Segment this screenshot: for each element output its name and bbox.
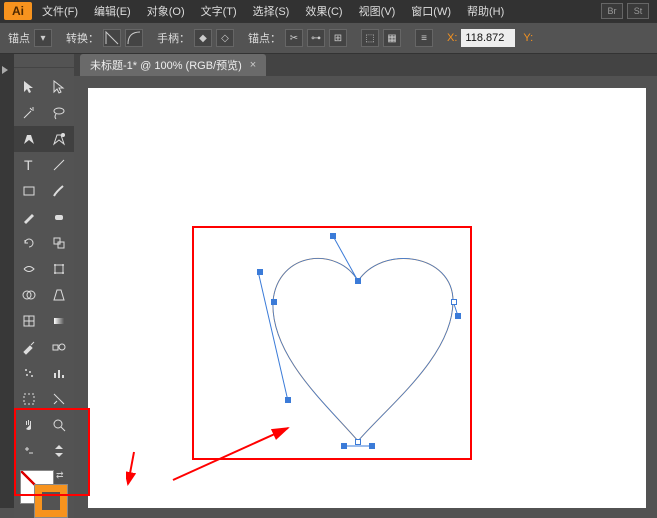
- handle-point[interactable]: [257, 269, 263, 275]
- app-logo: Ai: [4, 2, 32, 20]
- tab-title: 未标题-1* @ 100% (RGB/预览): [90, 57, 242, 73]
- direct-select-tool[interactable]: [44, 74, 74, 100]
- x-value[interactable]: 118.872: [461, 29, 515, 47]
- convert-section: 转换：: [66, 29, 143, 47]
- handle-point[interactable]: [330, 233, 336, 239]
- swap-colors-icon[interactable]: ⇄: [56, 470, 64, 481]
- align-section: ≡: [415, 29, 433, 47]
- document-tab[interactable]: 未标题-1* @ 100% (RGB/预览) ×: [80, 54, 266, 76]
- handle-hide-icon[interactable]: ◇: [216, 29, 234, 47]
- anchor-point[interactable]: [271, 299, 277, 305]
- menu-select[interactable]: 选择(S): [253, 3, 290, 19]
- coord-section: X: 118.872 Y:: [447, 29, 533, 47]
- y-label: Y:: [523, 32, 533, 44]
- canvas-area[interactable]: [74, 76, 657, 508]
- zoom-tool[interactable]: [44, 412, 74, 438]
- x-label: X:: [447, 32, 457, 44]
- handle-point[interactable]: [341, 443, 347, 449]
- tab-bar: 未标题-1* @ 100% (RGB/预览) ×: [0, 54, 657, 76]
- convert-smooth-icon[interactable]: [125, 29, 143, 47]
- pencil-tool[interactable]: [14, 204, 44, 230]
- curvature-tool[interactable]: [44, 126, 74, 152]
- dropdown-icon[interactable]: ▾: [34, 29, 52, 47]
- eyedropper-tool[interactable]: [14, 334, 44, 360]
- isolate-section: ⬚ ▦: [361, 29, 401, 47]
- toggle-fill-stroke-tool[interactable]: [14, 438, 44, 464]
- color-wells: ⇄: [14, 468, 74, 518]
- menu-help[interactable]: 帮助(H): [467, 3, 504, 19]
- annotation-arrow: [168, 420, 308, 490]
- isolate-icon[interactable]: ⬚: [361, 29, 379, 47]
- anchor2-label: 锚点：: [248, 30, 281, 46]
- bridge-button[interactable]: Br: [601, 3, 623, 19]
- menu-file[interactable]: 文件(F): [42, 3, 78, 19]
- anchor-section: 锚点 ▾: [8, 29, 52, 47]
- isolate2-icon[interactable]: ▦: [383, 29, 401, 47]
- handle-label: 手柄：: [157, 30, 190, 46]
- rectangle-tool[interactable]: [14, 178, 44, 204]
- cycle-tool[interactable]: [44, 438, 74, 464]
- symbol-sprayer-tool[interactable]: [14, 360, 44, 386]
- control-bar: 锚点 ▾ 转换： 手柄： ◆ ◇ 锚点： ✂ ⊶ ⊞ ⬚ ▦ ≡ X: 118.…: [0, 22, 657, 54]
- anchor-point[interactable]: [451, 299, 457, 305]
- anchor-connect-icon[interactable]: ⊶: [307, 29, 325, 47]
- pen-tool[interactable]: [14, 126, 44, 152]
- gradient-tool[interactable]: [44, 308, 74, 334]
- panel-collapse-strip[interactable]: [0, 54, 14, 508]
- anchor-align-icon[interactable]: ⊞: [329, 29, 347, 47]
- anchor-point[interactable]: [355, 278, 361, 284]
- handle-point[interactable]: [369, 443, 375, 449]
- tools-grip[interactable]: [14, 54, 74, 68]
- anchor-point[interactable]: [355, 439, 361, 445]
- menu-effect[interactable]: 效果(C): [305, 3, 342, 19]
- tab-close-icon[interactable]: ×: [250, 59, 256, 71]
- menu-type[interactable]: 文字(T): [201, 3, 237, 19]
- anchor-remove-icon[interactable]: ✂: [285, 29, 303, 47]
- stroke-color-well[interactable]: [34, 484, 68, 518]
- scale-tool[interactable]: [44, 230, 74, 256]
- magic-wand-tool[interactable]: [14, 100, 44, 126]
- handle-show-icon[interactable]: ◆: [194, 29, 212, 47]
- free-transform-tool[interactable]: [44, 256, 74, 282]
- expand-arrow-icon: [2, 66, 8, 74]
- handle-section: 手柄： ◆ ◇: [157, 29, 234, 47]
- menu-view[interactable]: 视图(V): [359, 3, 396, 19]
- column-graph-tool[interactable]: [44, 360, 74, 386]
- menu-edit[interactable]: 编辑(E): [94, 3, 131, 19]
- eraser-tool[interactable]: [44, 204, 74, 230]
- selection-tool[interactable]: [14, 74, 44, 100]
- annotation-arrow-tool: [126, 450, 146, 490]
- menu-window[interactable]: 窗口(W): [411, 3, 451, 19]
- handle-point[interactable]: [455, 313, 461, 319]
- stock-button[interactable]: St: [627, 3, 649, 19]
- align-icon[interactable]: ≡: [415, 29, 433, 47]
- type-tool[interactable]: T: [14, 152, 44, 178]
- line-tool[interactable]: [44, 152, 74, 178]
- handle-point[interactable]: [285, 397, 291, 403]
- lasso-tool[interactable]: [44, 100, 74, 126]
- artboard-tool[interactable]: [14, 386, 44, 412]
- menu-right: Br St: [601, 3, 657, 19]
- mesh-tool[interactable]: [14, 308, 44, 334]
- paintbrush-tool[interactable]: [44, 178, 74, 204]
- hand-tool[interactable]: [14, 412, 44, 438]
- rotate-tool[interactable]: [14, 230, 44, 256]
- anchor-label: 锚点: [8, 30, 30, 46]
- convert-label: 转换：: [66, 30, 99, 46]
- convert-corner-icon[interactable]: [103, 29, 121, 47]
- slice-tool[interactable]: [44, 386, 74, 412]
- menu-bar: Ai 文件(F) 编辑(E) 对象(O) 文字(T) 选择(S) 效果(C) 视…: [0, 0, 657, 22]
- anchor2-section: 锚点： ✂ ⊶ ⊞: [248, 29, 347, 47]
- tools-panel: T ⇄: [14, 54, 74, 518]
- svg-text:T: T: [24, 157, 33, 173]
- width-tool[interactable]: [14, 256, 44, 282]
- menu-object[interactable]: 对象(O): [147, 3, 185, 19]
- blend-tool[interactable]: [44, 334, 74, 360]
- perspective-tool[interactable]: [44, 282, 74, 308]
- shape-builder-tool[interactable]: [14, 282, 44, 308]
